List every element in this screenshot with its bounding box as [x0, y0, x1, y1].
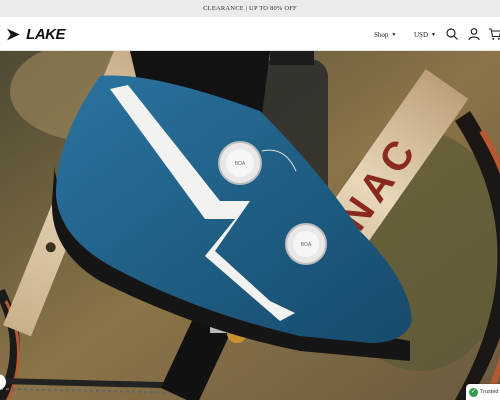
logo-chevron-icon — [7, 28, 20, 41]
logo-text: LAKE — [26, 26, 65, 43]
search-button[interactable] — [445, 27, 459, 41]
currency-label: USD — [414, 31, 429, 39]
nav-shop-label: Shop — [374, 31, 389, 39]
cart-button[interactable] — [488, 27, 500, 41]
announcement-bar: CLEARANCE | UP TO 80% OFF — [0, 0, 500, 17]
brand-logo[interactable]: LAKE — [7, 26, 65, 43]
checkmark-icon: ✓ — [469, 387, 478, 397]
hero-banner[interactable]: OLNAC BOA BOA — [0, 51, 500, 400]
trust-badge[interactable]: ✓ Trusted — [466, 384, 500, 400]
nav-shop-menu[interactable]: Shop ▼ — [374, 29, 396, 41]
trust-badge-label: Trusted — [480, 389, 499, 395]
svg-text:BOA: BOA — [235, 161, 246, 167]
announcement-text: CLEARANCE | UP TO 80% OFF — [203, 5, 297, 12]
currency-selector[interactable]: USD ▼ — [414, 29, 436, 41]
account-icon — [468, 28, 480, 41]
account-button[interactable] — [467, 27, 481, 41]
hero-image: OLNAC BOA BOA — [0, 51, 500, 400]
search-icon — [446, 28, 458, 40]
svg-text:BOA: BOA — [301, 242, 312, 248]
cart-icon — [489, 28, 500, 40]
site-header: LAKE Shop ▼ USD ▼ — [0, 17, 500, 51]
chevron-down-icon: ▼ — [431, 32, 436, 38]
chevron-down-icon: ▼ — [391, 32, 397, 38]
